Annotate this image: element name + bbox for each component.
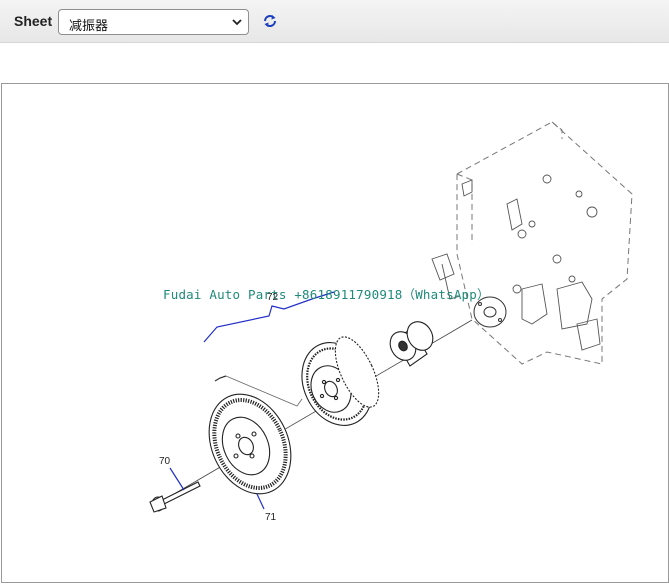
chevron-down-icon <box>232 19 242 26</box>
engine-block-details <box>431 174 601 351</box>
small-bolt <box>214 375 227 382</box>
sheet-select[interactable]: 减振器 <box>58 9 249 35</box>
sheet-label: Sheet <box>14 13 53 29</box>
engine-block <box>456 121 633 365</box>
refresh-icon[interactable] <box>262 13 278 29</box>
sheet-select-value: 减振器 <box>69 19 109 34</box>
callout-70[interactable]: 70 <box>159 456 170 467</box>
toolbar: Sheet 减振器 <box>0 0 669 43</box>
exploded-view-drawing <box>149 121 633 513</box>
damper-pulley <box>301 336 380 426</box>
parts-diagram: Fudai Auto Parts +8618911790918（WhatsApp… <box>1 83 669 583</box>
center-bolt <box>149 481 201 513</box>
callout-71[interactable]: 71 <box>265 512 276 523</box>
vibration-damper <box>208 393 292 495</box>
watermark-text: Fudai Auto Parts +8618911790918（WhatsApp… <box>163 287 490 302</box>
sleeve <box>389 321 434 367</box>
callout-72[interactable]: 72 <box>267 292 278 303</box>
